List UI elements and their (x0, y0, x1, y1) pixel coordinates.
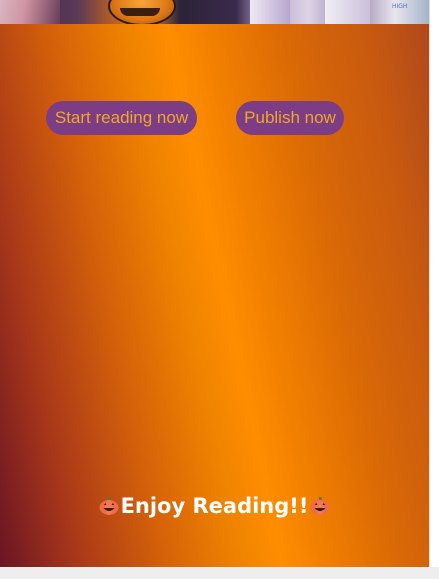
enjoy-reading-message: Enjoy Reading!! (0, 494, 429, 518)
pumpkin-mouth (120, 8, 160, 16)
enjoy-reading-text: Enjoy Reading!! (120, 494, 309, 518)
banner-character-right (325, 0, 370, 24)
bottom-strip (0, 567, 439, 579)
page-right-margin (429, 0, 439, 567)
banner-character-middle (250, 0, 290, 24)
halloween-banner-image: HIGH (0, 0, 429, 24)
banner-corner-text: HIGH (392, 3, 408, 10)
banner-character-left (0, 0, 60, 24)
start-reading-button[interactable]: Start reading now (46, 101, 197, 135)
jack-o-lantern-icon (99, 496, 119, 515)
jack-o-lantern-icon (310, 496, 330, 515)
hero-section: Start reading now Publish now Enjoy Read… (0, 24, 429, 567)
page: HIGH Start reading now Publish now Enjoy… (0, 0, 439, 579)
publish-button[interactable]: Publish now (236, 101, 344, 135)
